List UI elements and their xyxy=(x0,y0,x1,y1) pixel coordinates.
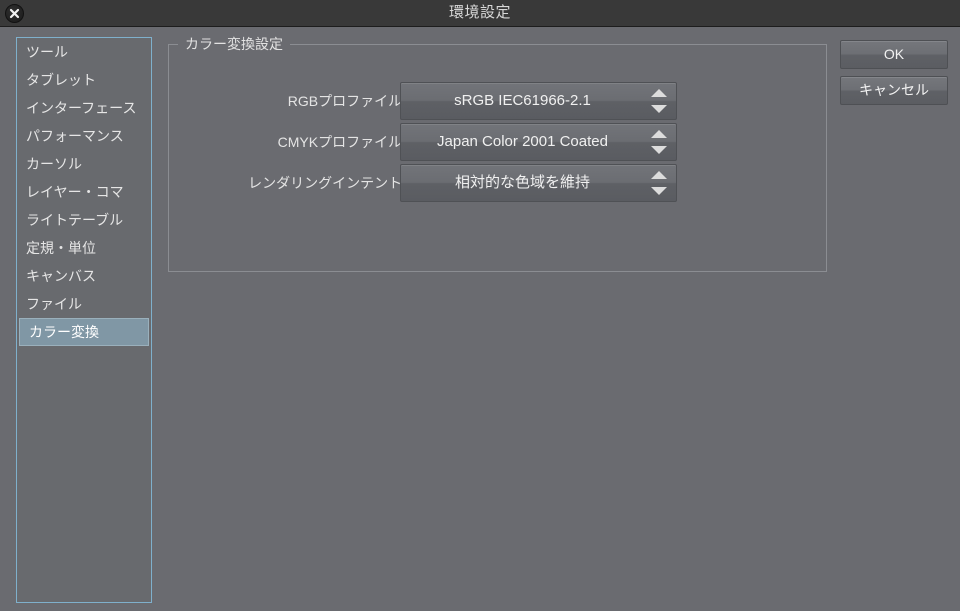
sidebar-item-ruler-units[interactable]: 定規・単位 xyxy=(17,234,151,262)
window-title: 環境設定 xyxy=(448,4,511,21)
rgb-profile-combobox[interactable]: sRGB IEC61966-2.1 xyxy=(400,82,677,120)
cmyk-profile-combobox[interactable]: Japan Color 2001 Coated xyxy=(400,123,677,161)
sidebar-item-light-table[interactable]: ライトテーブル xyxy=(17,206,151,234)
spinner-up-down-icon[interactable] xyxy=(648,168,670,198)
rendering-intent-label: レンダリングインテント: xyxy=(248,175,406,191)
cancel-button[interactable]: キャンセル xyxy=(840,76,948,105)
rgb-profile-label: RGBプロファイル: xyxy=(287,93,406,109)
window-titlebar: 環境設定 xyxy=(0,0,960,27)
sidebar-item-tablet[interactable]: タブレット xyxy=(17,66,151,94)
cmyk-profile-label: CMYKプロファイル: xyxy=(277,134,406,150)
rgb-profile-row: RGBプロファイル: sRGB IEC61966-2.1 xyxy=(168,82,688,120)
rendering-intent-value: 相対的な色域を維持 xyxy=(454,174,590,191)
rgb-profile-value: sRGB IEC61966-2.1 xyxy=(454,92,591,109)
preferences-category-list[interactable]: ツール タブレット インターフェース パフォーマンス カーソル レイヤー・コマ … xyxy=(16,37,152,603)
color-conversion-groupbox-legend: カラー変換設定 xyxy=(178,36,290,53)
spinner-up-down-icon[interactable] xyxy=(648,127,670,157)
sidebar-item-color-conversion[interactable]: カラー変換 xyxy=(19,318,149,346)
spinner-up-down-icon[interactable] xyxy=(648,86,670,116)
sidebar-item-performance[interactable]: パフォーマンス xyxy=(17,122,151,150)
sidebar-item-file[interactable]: ファイル xyxy=(17,290,151,318)
cmyk-profile-value: Japan Color 2001 Coated xyxy=(437,133,608,150)
sidebar-item-canvas[interactable]: キャンバス xyxy=(17,262,151,290)
sidebar-item-tool[interactable]: ツール xyxy=(17,38,151,66)
sidebar-item-interface[interactable]: インターフェース xyxy=(17,94,151,122)
rendering-intent-row: レンダリングインテント: 相対的な色域を維持 xyxy=(168,164,688,202)
cmyk-profile-row: CMYKプロファイル: Japan Color 2001 Coated xyxy=(168,123,688,161)
sidebar-item-layer-frame[interactable]: レイヤー・コマ xyxy=(17,178,151,206)
rendering-intent-combobox[interactable]: 相対的な色域を維持 xyxy=(400,164,677,202)
ok-button[interactable]: OK xyxy=(840,40,948,69)
sidebar-item-cursor[interactable]: カーソル xyxy=(17,150,151,178)
